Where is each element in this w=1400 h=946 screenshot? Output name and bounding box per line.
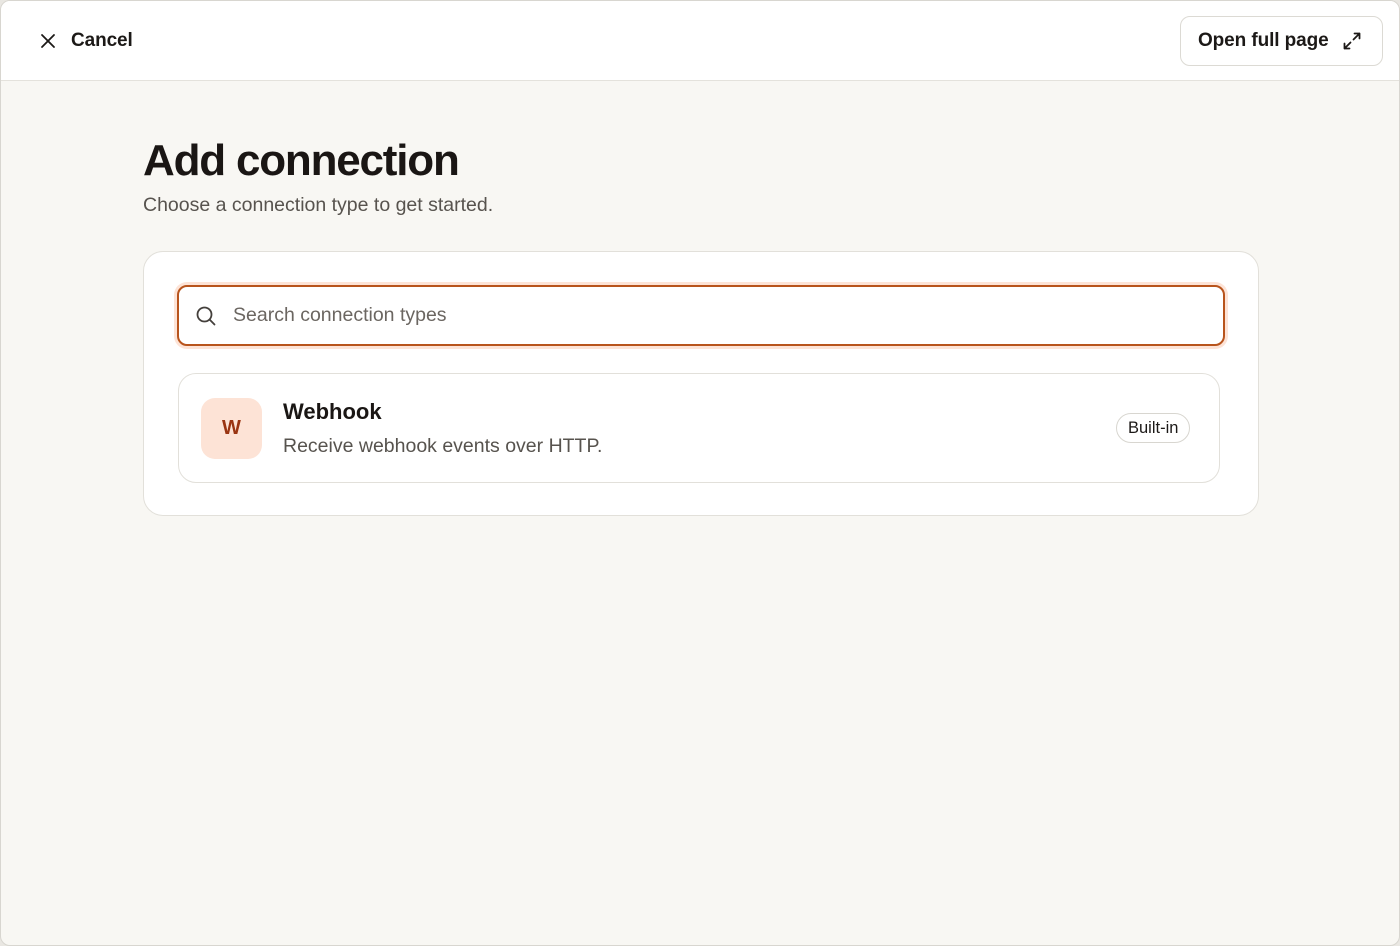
open-full-page-label: Open full page: [1198, 30, 1329, 51]
expand-icon: [1341, 30, 1363, 52]
search-icon: [195, 305, 217, 327]
open-full-page-button[interactable]: Open full page: [1180, 16, 1383, 66]
top-bar: Cancel Open full page: [1, 1, 1399, 81]
page-subtitle: Choose a connection type to get started.: [143, 194, 494, 216]
built-in-badge: Built-in: [1116, 413, 1191, 443]
connection-types-card: W Webhook Receive webhook events over HT…: [143, 251, 1259, 516]
connection-type-item-webhook[interactable]: W Webhook Receive webhook events over HT…: [178, 373, 1220, 483]
modal-window: Cancel Open full page Add connection Cho…: [0, 0, 1400, 946]
connection-type-description: Receive webhook events over HTTP.: [283, 435, 603, 457]
cancel-label: Cancel: [71, 30, 133, 51]
cancel-button[interactable]: Cancel: [33, 23, 137, 59]
close-icon: [37, 30, 59, 52]
search-input[interactable]: [233, 295, 1193, 336]
search-field[interactable]: [177, 285, 1225, 346]
page-title: Add connection: [143, 136, 460, 185]
connection-type-name: Webhook: [283, 399, 382, 424]
webhook-avatar: W: [201, 398, 262, 459]
